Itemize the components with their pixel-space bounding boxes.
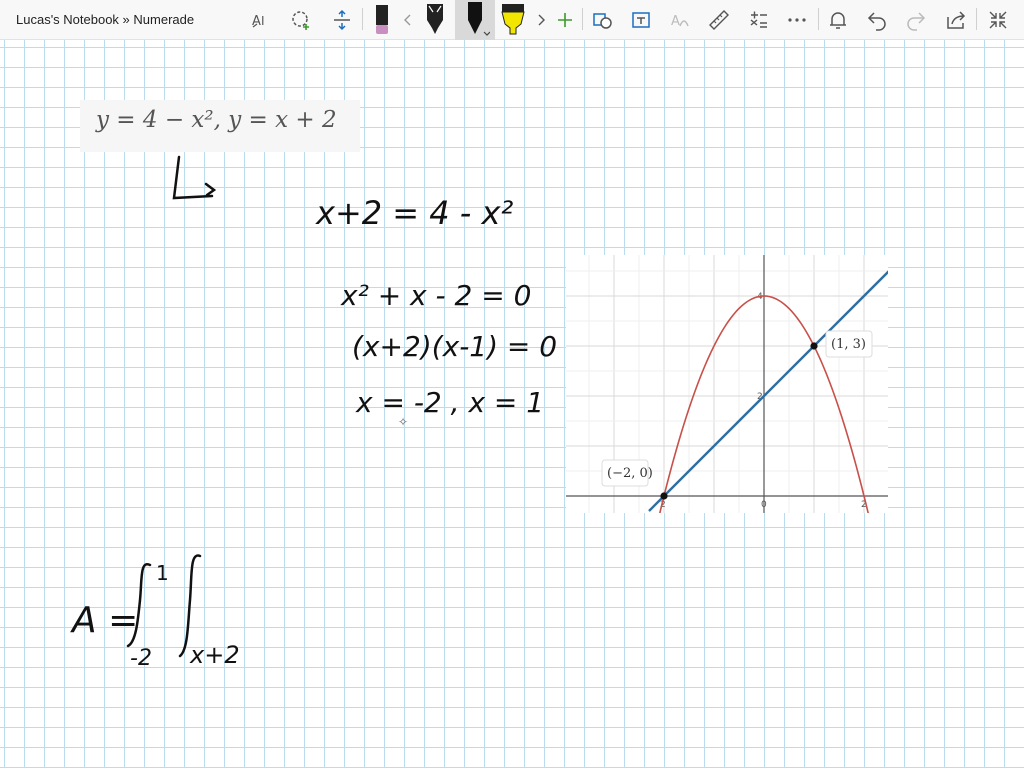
graph-image[interactable]: 2 0 2 2 4 (1, 3) (−2, 0) [563,235,925,609]
point-label: (−2, 0) [607,466,653,481]
line-series [648,235,925,512]
integral-lower: -2 [130,646,152,671]
ink-line-3: (x+2)(x-1) = 0 [352,330,557,363]
ink-line-1: x+2 = 4 - x² [315,194,513,232]
graph-plot: 2 0 224(1, 3)(−2, 0) [563,235,925,609]
intersection-point [810,342,818,350]
ink-line-4: x = -2 , x = 1 [355,386,544,419]
x-tick-label: 0 [761,500,767,510]
point-label: (1, 3) [831,337,866,352]
intersection-point [660,492,668,500]
ink-line-2: x² + x - 2 = 0 [340,279,531,312]
integral-lhs: A = [70,600,138,641]
integral-upper: 1 [156,561,169,585]
integral-tail: x+2 [189,641,240,669]
cursor-icon: ✧ [398,415,408,429]
ink-arrow [172,155,217,200]
